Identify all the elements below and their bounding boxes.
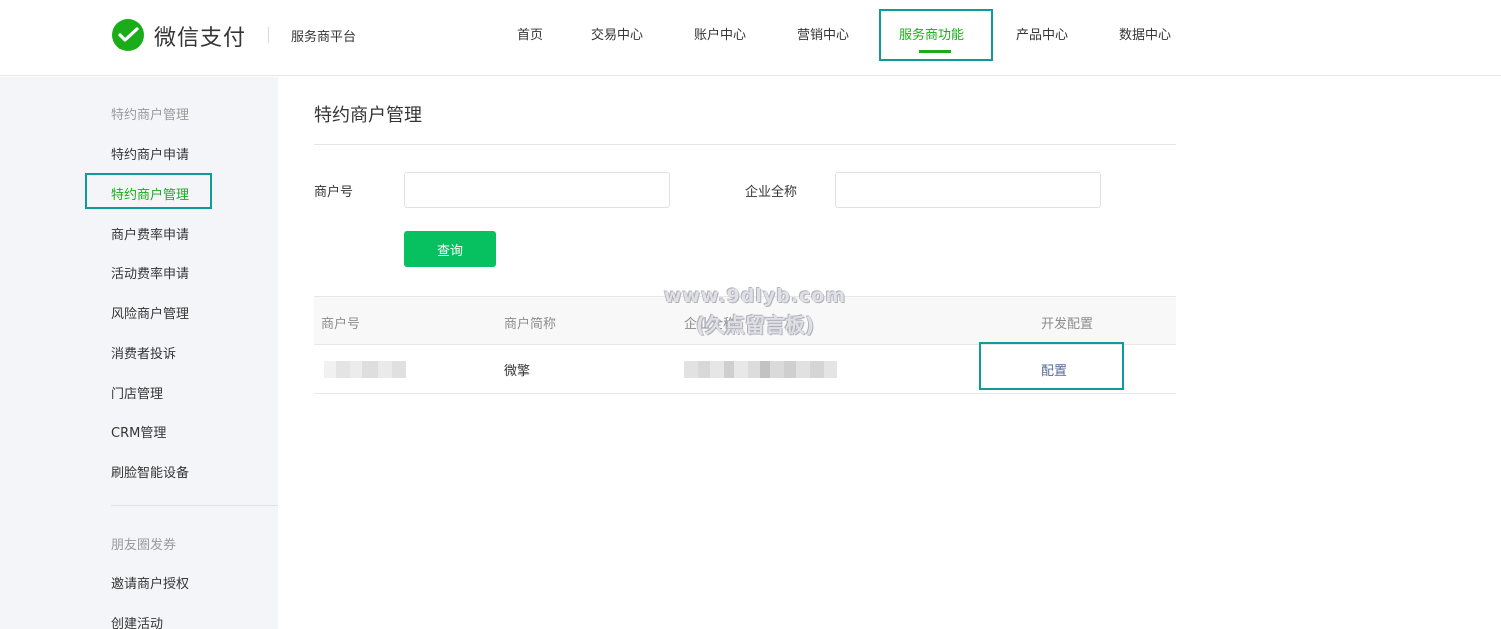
sidebar-item-crm[interactable]: CRM管理 xyxy=(111,422,166,441)
company-name-redacted xyxy=(684,361,837,378)
sidebar: 特约商户管理 特约商户申请 特约商户管理 商户费率申请 活动费率申请 风险商户管… xyxy=(0,77,278,629)
column-header-company-name: 企业全称 xyxy=(684,317,737,332)
table-header: 商户号 商户简称 企业全称 开发配置 xyxy=(314,296,1176,345)
company-name-label: 企业全称 xyxy=(745,185,798,200)
column-header-dev-config: 开发配置 xyxy=(1041,317,1094,332)
wechat-pay-logo-icon xyxy=(112,19,144,51)
platform-name: 服务商平台 xyxy=(291,30,357,45)
sidebar-highlight-box xyxy=(85,173,212,209)
column-header-short-name: 商户简称 xyxy=(504,317,557,332)
nav-marketing-center[interactable]: 营销中心 xyxy=(797,24,849,43)
sidebar-item-consumer-complaints[interactable]: 消费者投诉 xyxy=(111,343,176,362)
brand-name: 微信支付 xyxy=(154,26,247,51)
page-title: 特约商户管理 xyxy=(314,105,422,126)
sidebar-group-title-merchant: 特约商户管理 xyxy=(111,108,190,123)
sidebar-item-activity-rate-apply[interactable]: 活动费率申请 xyxy=(111,263,189,282)
title-divider xyxy=(314,144,1176,145)
wechat-pay-logo[interactable]: 微信支付 xyxy=(110,18,246,54)
merchant-no-label: 商户号 xyxy=(314,185,354,200)
merchant-short-name: 微擎 xyxy=(504,364,531,379)
nav-trade-center[interactable]: 交易中心 xyxy=(591,24,643,43)
column-header-merchant-no: 商户号 xyxy=(321,317,361,332)
sidebar-item-store-manage[interactable]: 门店管理 xyxy=(111,383,163,402)
sidebar-item-create-activity[interactable]: 创建活动 xyxy=(111,613,163,629)
company-name-input[interactable] xyxy=(835,172,1101,208)
nav-product-center[interactable]: 产品中心 xyxy=(1016,24,1068,43)
sidebar-item-merchant-apply[interactable]: 特约商户申请 xyxy=(111,144,189,163)
sidebar-item-risk-merchant[interactable]: 风险商户管理 xyxy=(111,303,189,322)
nav-data-center[interactable]: 数据中心 xyxy=(1119,24,1171,43)
logo-divider xyxy=(268,27,269,43)
sidebar-item-face-device[interactable]: 刷脸智能设备 xyxy=(111,462,189,481)
sidebar-divider xyxy=(111,505,278,506)
merchant-no-input[interactable] xyxy=(404,172,670,208)
query-button[interactable]: 查询 xyxy=(404,231,496,267)
top-header: 微信支付 服务商平台 首页 交易中心 账户中心 营销中心 服务商功能 产品中心 … xyxy=(0,0,1501,76)
nav-home[interactable]: 首页 xyxy=(517,24,543,43)
sidebar-group-title-moments: 朋友圈发券 xyxy=(111,538,177,553)
merchant-table: 商户号 商户简称 企业全称 开发配置 微擎 配置 xyxy=(314,296,1176,394)
sidebar-item-invite-auth[interactable]: 邀请商户授权 xyxy=(111,573,189,592)
config-highlight-box xyxy=(979,342,1124,390)
sidebar-item-merchant-rate-apply[interactable]: 商户费率申请 xyxy=(111,224,189,243)
nav-highlight-box xyxy=(879,9,993,61)
nav-account-center[interactable]: 账户中心 xyxy=(694,24,746,43)
merchant-no-redacted xyxy=(324,361,406,378)
